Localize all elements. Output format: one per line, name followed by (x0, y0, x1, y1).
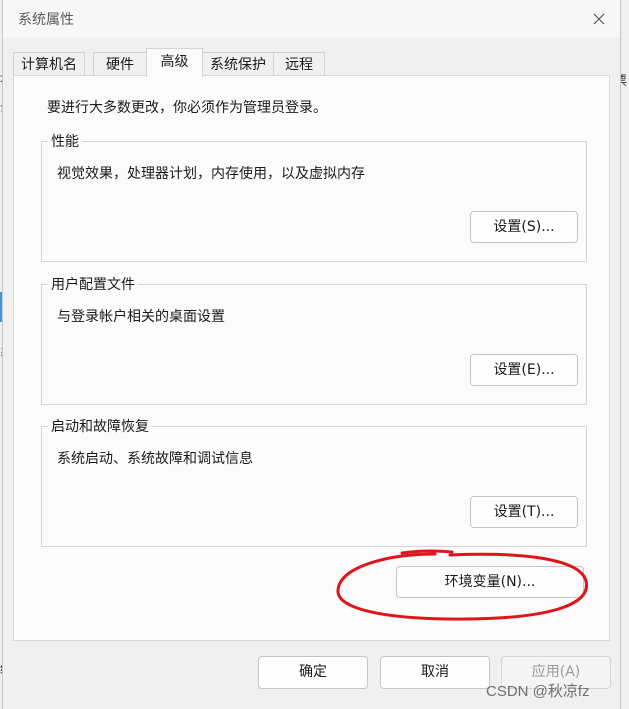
watermark: CSDN @秋凉fz (486, 683, 590, 700)
group-description: 视觉效果，处理器计划，内存使用，以及虚拟内存 (57, 166, 365, 182)
group-description: 与登录帐户相关的桌面设置 (57, 309, 225, 325)
close-icon (593, 13, 605, 25)
tab-system-protection[interactable]: 系统保护 (202, 52, 274, 76)
group-legend: 性能 (48, 131, 82, 151)
admin-notice: 要进行大多数更改，你必须作为管理员登录。 (47, 100, 327, 116)
window-title: 系统属性 (18, 12, 74, 28)
group-description: 系统启动、系统故障和调试信息 (57, 451, 253, 467)
tab-computer-name[interactable]: 计算机名 (13, 52, 85, 76)
title-bar: 系统属性 (3, 0, 620, 38)
ok-button[interactable]: 确定 (258, 656, 368, 689)
annotation-circle (336, 549, 588, 621)
group-legend: 用户配置文件 (48, 274, 138, 294)
startup-recovery-group: 启动和故障恢复 系统启动、系统故障和调试信息 设置(T)... (41, 416, 587, 547)
cancel-button[interactable]: 取消 (380, 656, 490, 689)
performance-settings-button[interactable]: 设置(S)... (470, 211, 578, 243)
tab-advanced[interactable]: 高级 (146, 48, 203, 77)
user-profiles-group: 用户配置文件 与登录帐户相关的桌面设置 设置(E)... (41, 274, 587, 405)
tab-hardware[interactable]: 硬件 (93, 52, 147, 76)
startup-recovery-settings-button[interactable]: 设置(T)... (470, 496, 578, 528)
tab-remote[interactable]: 远程 (273, 52, 325, 76)
user-profiles-settings-button[interactable]: 设置(E)... (470, 354, 578, 386)
close-button[interactable] (584, 6, 614, 32)
group-legend: 启动和故障恢复 (48, 416, 152, 436)
performance-group: 性能 视觉效果，处理器计划，内存使用，以及虚拟内存 设置(S)... (41, 131, 587, 262)
